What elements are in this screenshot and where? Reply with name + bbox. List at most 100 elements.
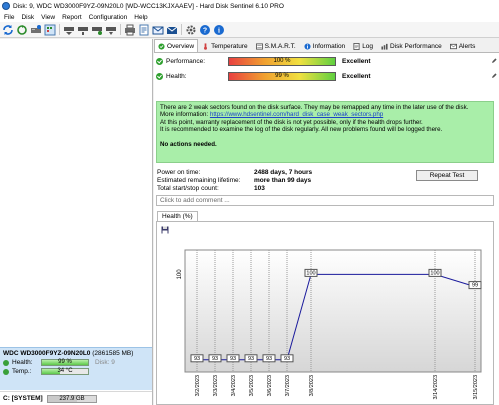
- disk-info-icon[interactable]: [91, 24, 103, 36]
- data-point: 93: [190, 354, 204, 363]
- save-icon[interactable]: [161, 226, 169, 234]
- alerts-icon: [449, 43, 457, 50]
- data-label: 99: [472, 283, 478, 289]
- disk-list-pane: WDC WD3000F9YZ-09N20L0 (2861585 MB) Heal…: [0, 39, 153, 405]
- performance-verdict: Excellent: [342, 57, 371, 65]
- app-icon: [2, 2, 10, 10]
- x-tick-label: 3/15/2023: [473, 375, 479, 399]
- log-icon: [353, 43, 360, 50]
- message-more-info: More information:: [160, 111, 210, 119]
- tab-temperature-label: Temperature: [211, 43, 248, 50]
- data-point: 93: [244, 354, 258, 363]
- temp-ok-icon: [3, 368, 9, 375]
- disk-left-icon[interactable]: [63, 24, 75, 36]
- performance-row: Performance: 100 % Excellent: [156, 55, 497, 67]
- disk-temp-text: 34 °C: [57, 368, 73, 374]
- x-tick-labels: 3/2/2023 3/3/2023 3/4/2023 3/5/2023 3/6/2023…: [195, 375, 479, 399]
- help-icon[interactable]: ?: [199, 24, 211, 36]
- health-value: 99 %: [275, 72, 289, 79]
- report-icon[interactable]: [138, 24, 150, 36]
- edit-icon[interactable]: [491, 73, 497, 79]
- tab-disk-performance[interactable]: Disk Performance: [377, 40, 446, 52]
- about-icon[interactable]: i: [213, 24, 225, 36]
- health-verdict: Excellent: [342, 72, 371, 80]
- data-point: 99: [468, 281, 482, 290]
- tab-health-chart[interactable]: Health (%): [157, 211, 198, 221]
- x-tick-label: 3/14/2023: [433, 375, 439, 399]
- menu-file[interactable]: File: [2, 14, 19, 21]
- menu-help[interactable]: Help: [132, 14, 152, 21]
- data-point: 93: [226, 354, 240, 363]
- mail-icon[interactable]: [152, 24, 164, 36]
- tab-log-label: Log: [362, 43, 374, 50]
- performance-label: Performance:: [166, 57, 206, 65]
- disk-settings-icon[interactable]: [105, 24, 117, 36]
- info-link[interactable]: https://www.hdsentinel.com/hard_disk_cas…: [210, 111, 383, 118]
- menu-report[interactable]: Report: [60, 14, 87, 21]
- message-no-actions: No actions needed.: [160, 140, 217, 148]
- health-ok-icon: [156, 72, 163, 80]
- health-chart-frame: 100 93 93 93 93 93 93 100 100 99 3/2/2023 3/3/202…: [156, 221, 494, 405]
- disk-temp-bar: 34 °C: [41, 368, 89, 375]
- disk-card[interactable]: WDC WD3000F9YZ-09N20L0 (2861585 MB) Heal…: [0, 347, 152, 390]
- data-label: 93: [212, 356, 218, 362]
- message-line-3: At this point, warranty replacement of t…: [160, 118, 423, 126]
- disk-stats: Power on time: 2488 days, 7 hours Estimat…: [157, 169, 312, 193]
- data-label: 93: [194, 356, 200, 362]
- overview-icon: [158, 42, 165, 50]
- edit-icon[interactable]: [491, 58, 497, 64]
- toolbar-separator: [181, 24, 182, 35]
- y-axis-label: 100: [177, 269, 183, 280]
- window-title: Disk: 9, WDC WD3000F9YZ-09N20L0 [WD-WCC1…: [13, 2, 284, 10]
- power-on-value: 2488 days, 7 hours: [254, 169, 313, 176]
- tab-overview-label: Overview: [167, 42, 195, 50]
- tab-smart[interactable]: S.M.A.R.T.: [252, 40, 300, 52]
- disk-health-label: Health:: [12, 359, 33, 366]
- surface-test-icon[interactable]: [44, 24, 56, 36]
- tab-alerts-label: Alerts: [458, 43, 476, 50]
- disk-down-icon[interactable]: [77, 24, 89, 36]
- message-line-4: It is recommended to examine the log of …: [160, 126, 443, 134]
- x-tick-label: 3/5/2023: [249, 375, 255, 396]
- start-stop-value: 103: [254, 185, 265, 192]
- volume-row[interactable]: C: [SYSTEM] 237.9 GB: [0, 391, 152, 405]
- data-label: 93: [248, 356, 254, 362]
- menu-view[interactable]: View: [39, 14, 60, 21]
- tab-log[interactable]: Log: [349, 40, 377, 52]
- disk-size: (2861585 MB): [92, 350, 134, 357]
- repeat-test-button[interactable]: Repeat Test: [416, 170, 478, 181]
- tab-overview[interactable]: Overview: [154, 39, 199, 52]
- tab-information[interactable]: Information: [300, 40, 350, 52]
- performance-icon: [381, 43, 388, 50]
- data-point: 100: [304, 268, 318, 277]
- tab-temperature[interactable]: Temperature: [198, 40, 252, 52]
- health-ok-icon: [3, 359, 9, 366]
- details-pane: Overview Temperature S.M.A.R.T. Informat…: [154, 39, 499, 405]
- sync-icon[interactable]: [16, 24, 28, 36]
- health-row: Health: 99 % Excellent: [156, 70, 497, 82]
- disk-temp-row: Temp.: 34 °C: [3, 368, 149, 375]
- x-tick-label: 3/6/2023: [267, 375, 273, 396]
- menu-disk[interactable]: Disk: [19, 14, 39, 21]
- tab-information-label: Information: [312, 43, 346, 50]
- send-report-icon[interactable]: [166, 24, 178, 36]
- disk-refresh-icon[interactable]: [30, 24, 42, 36]
- disk-health-bar: 99 %: [41, 359, 89, 366]
- info-icon: [304, 43, 311, 50]
- svg-text:?: ?: [203, 27, 207, 34]
- health-chart: 100 93 93 93 93 93 93 100 100 99 3/2/2023 3/3/202…: [177, 249, 482, 399]
- status-message: There are 2 weak sectors found on the di…: [156, 101, 494, 163]
- menu-configuration[interactable]: Configuration: [87, 14, 133, 21]
- menu-bar: File Disk View Report Configuration Help: [0, 12, 499, 22]
- disk-health-row: Health: 99 % Disk: 9: [3, 359, 149, 366]
- refresh-icon[interactable]: [2, 24, 14, 36]
- print-icon[interactable]: [124, 24, 136, 36]
- stat-row: Estimated remaining lifetime: more than 9…: [157, 177, 312, 185]
- toolbar-separator: [120, 24, 121, 35]
- toolbar: ? i: [0, 22, 499, 38]
- comment-input[interactable]: Click to add comment ...: [156, 195, 494, 206]
- tab-alerts[interactable]: Alerts: [446, 40, 480, 52]
- settings-icon[interactable]: [185, 24, 197, 36]
- performance-ok-icon: [156, 57, 163, 65]
- lifetime-value: more than 99 days: [254, 177, 312, 184]
